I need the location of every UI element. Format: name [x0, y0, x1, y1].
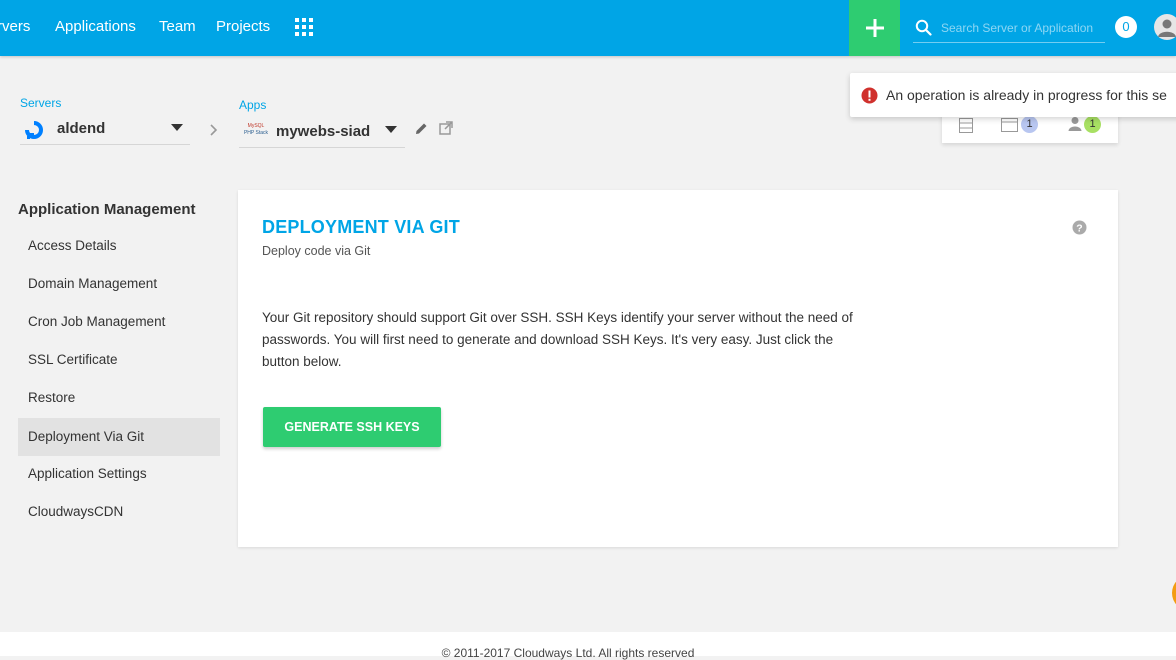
sidebar-title: Application Management: [18, 201, 196, 218]
servers-label: Servers: [20, 96, 62, 110]
chevron-right-icon: [210, 124, 218, 136]
sidebar-item-access-details[interactable]: Access Details: [18, 227, 220, 265]
toast-message: An operation is already in progress for …: [886, 87, 1167, 103]
nav-servers[interactable]: rvers: [0, 18, 30, 35]
search-box: [913, 14, 1107, 43]
team-count-badge: 1: [1084, 116, 1101, 133]
stack-logo: MySQL PHP Stack: [243, 123, 269, 136]
server-list-icon[interactable]: [959, 118, 973, 133]
svg-text:?: ?: [1076, 222, 1082, 234]
apps-count-badge: 1: [1021, 116, 1038, 133]
apps-label: Apps: [239, 98, 267, 112]
team-icon[interactable]: [1068, 116, 1082, 132]
notifications-badge[interactable]: 0: [1115, 16, 1137, 38]
top-navbar: rvers Applications Team Projects 0: [0, 0, 1176, 56]
server-selector[interactable]: aldend: [20, 114, 190, 145]
user-avatar-icon[interactable]: [1154, 14, 1176, 40]
generate-ssh-keys-button[interactable]: GENERATE SSH KEYS: [263, 407, 441, 447]
digitalocean-icon: [25, 121, 43, 139]
external-link-icon[interactable]: [439, 121, 453, 135]
app-name: mywebs-siad: [276, 123, 371, 140]
sidebar-item-domain-management[interactable]: Domain Management: [18, 265, 220, 303]
search-input[interactable]: [939, 16, 1107, 40]
plus-icon: [866, 19, 884, 37]
sidebar-item-ssl-certificate[interactable]: SSL Certificate: [18, 341, 220, 379]
nav-team[interactable]: Team: [159, 18, 196, 35]
search-icon: [915, 19, 932, 36]
sidebar-item-cloudwayscdn[interactable]: CloudwaysCDN: [18, 493, 220, 531]
sidebar-item-application-settings[interactable]: Application Settings: [18, 455, 220, 493]
error-toast[interactable]: An operation is already in progress for …: [850, 73, 1176, 117]
window-icon[interactable]: [1001, 118, 1018, 132]
apps-grid-icon[interactable]: [295, 18, 313, 36]
error-icon: [861, 87, 878, 104]
chevron-down-icon: [385, 126, 397, 133]
sidebar-item-deployment-via-git[interactable]: Deployment Via Git: [18, 418, 220, 456]
sidebar-item-cron-job-management[interactable]: Cron Job Management: [18, 303, 220, 341]
footer: © 2011-2017 Cloudways Ltd. All rights re…: [0, 632, 1176, 660]
nav-projects[interactable]: Projects: [216, 18, 270, 35]
edit-pencil-icon[interactable]: [415, 122, 428, 135]
description-text: Your Git repository should support Git o…: [262, 310, 853, 369]
deployment-card: DEPLOYMENT VIA GIT Deploy code via Git ?…: [238, 190, 1118, 547]
server-name: aldend: [57, 120, 106, 137]
help-icon[interactable]: ?: [1072, 220, 1087, 235]
footer-copyright: © 2011-2017 Cloudways Ltd. All rights re…: [441, 646, 695, 660]
page-subtitle: Deploy code via Git: [262, 244, 371, 258]
chat-widget-icon[interactable]: [1172, 575, 1176, 611]
add-button[interactable]: [849, 0, 900, 56]
app-selector[interactable]: MySQL PHP Stack mywebs-siad: [239, 117, 405, 148]
nav-applications[interactable]: Applications: [55, 18, 136, 35]
chevron-down-icon: [171, 124, 183, 131]
page-title: DEPLOYMENT VIA GIT: [262, 217, 460, 237]
sidebar-item-restore[interactable]: Restore: [18, 379, 220, 417]
